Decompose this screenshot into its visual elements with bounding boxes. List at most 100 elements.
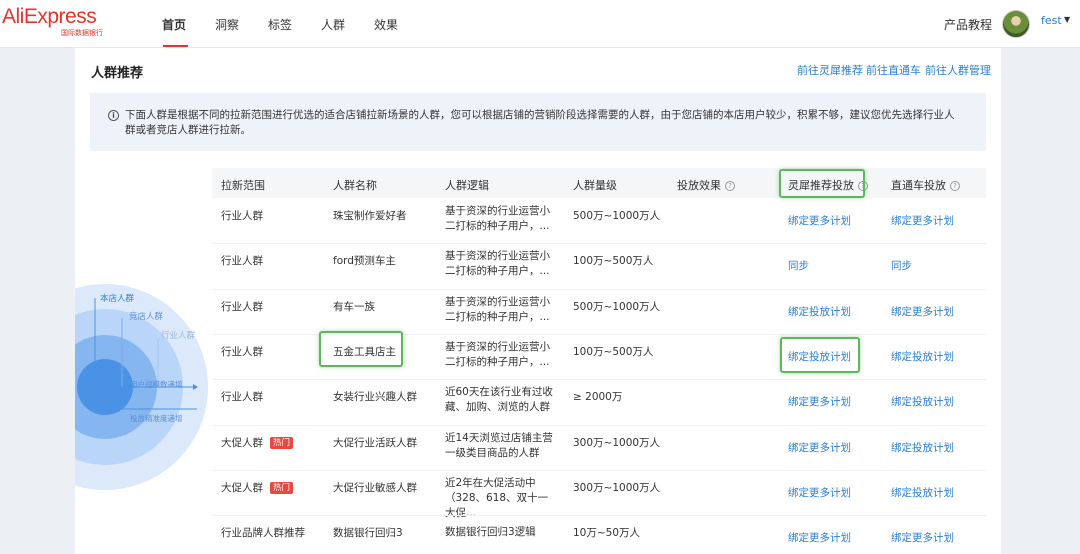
row-divider [212, 379, 986, 381]
row-scope: 行业人群 [221, 344, 263, 359]
link-goto-ztc[interactable]: 前往直通车 [866, 62, 921, 78]
row-scope-label: 行业人群 [221, 391, 263, 404]
column-header-size: 人群量级 [573, 179, 617, 192]
diagram-label-own-store: 本店人群 [100, 294, 135, 304]
row-scope-label: 行业品牌人群推荐 [221, 527, 305, 540]
row-lingxi-action[interactable]: 绑定投放计划 [788, 349, 851, 364]
row-audience-logic: 近60天在该行业有过收藏、加购、浏览的人群 [445, 386, 553, 414]
row-scope: 大促人群 热门 [221, 480, 294, 495]
help-icon[interactable]: ? [858, 181, 868, 191]
help-icon[interactable]: ? [950, 181, 960, 191]
row-ztc-action[interactable]: 绑定更多计划 [891, 304, 954, 319]
row-audience-size: 500万~1000万人 [573, 210, 661, 222]
column-header-lingxi-label: 灵犀推荐投放 [788, 179, 854, 192]
column-header-scope: 拉新范围 [221, 179, 265, 192]
hot-badge: 热门 [270, 481, 294, 494]
row-scope-label: 大促人群 [221, 436, 263, 449]
row-audience-name: 女装行业兴趣人群 [333, 391, 417, 404]
row-scope-label: 行业人群 [221, 345, 263, 358]
column-header-effect: 投放效果? [677, 177, 735, 193]
nav-effect[interactable]: 效果 [374, 16, 398, 33]
row-scope: 行业人群 [221, 208, 263, 223]
row-audience-size: 500万~1000万人 [573, 300, 661, 313]
row-audience-name: 有车一族 [333, 300, 375, 313]
nav-insight[interactable]: 洞察 [215, 16, 239, 33]
row-scope: 行业品牌人群推荐 [221, 525, 305, 540]
link-goto-audience-management[interactable]: 前往人群管理 [925, 62, 991, 78]
row-lingxi-action[interactable]: 绑定更多计划 [788, 530, 851, 545]
active-nav-indicator [163, 45, 188, 47]
aliexpress-logo[interactable]: AliExpress 国际数据银行 [2, 5, 122, 41]
row-lingxi-action[interactable]: 绑定更多计划 [788, 485, 851, 500]
column-header-logic: 人群逻辑 [445, 179, 489, 192]
link-goto-lingxi[interactable]: 前往灵犀推荐 [797, 62, 863, 78]
row-audience-size: ≥ 2000万 [573, 391, 623, 404]
row-scope: 大促人群 热门 [221, 435, 294, 450]
top-navigation-bar: AliExpress 国际数据银行 首页 洞察 标签 人群 效果 产品教程 fe… [0, 0, 1080, 48]
row-scope: 行业人群 [221, 253, 263, 268]
row-audience-logic: 基于资深的行业运营小二打标的种子用户，... [445, 250, 550, 278]
product-tutorial-link[interactable]: 产品教程 [944, 16, 992, 33]
row-divider [212, 333, 986, 335]
row-scope: 行业人群 [221, 299, 263, 314]
row-divider [212, 469, 986, 471]
row-divider [212, 288, 986, 290]
row-lingxi-action[interactable]: 绑定更多计划 [788, 213, 851, 228]
row-audience-logic: 数据银行回归3逻辑 [445, 526, 536, 539]
diagram-label-competitor: 竞店人群 [129, 312, 164, 322]
caret-down-icon[interactable]: ▼ [1064, 15, 1070, 24]
info-icon: i [108, 110, 119, 121]
user-avatar[interactable] [1002, 10, 1030, 38]
row-audience-name: 大促行业敏感人群 [333, 481, 417, 494]
row-audience-name: 数据银行回归3 [333, 527, 403, 540]
column-header-effect-label: 投放效果 [677, 179, 721, 192]
row-ztc-action[interactable]: 绑定更多计划 [891, 213, 954, 228]
row-scope: 行业人群 [221, 389, 263, 404]
diagram-arrow-scale: 用户规模数递增 [130, 380, 183, 389]
nav-audience[interactable]: 人群 [321, 16, 345, 33]
logo-subtitle: 国际数据银行 [61, 29, 103, 37]
row-audience-name: 珠宝制作爱好者 [333, 210, 407, 222]
row-audience-logic: 基于资深的行业运营小二打标的种子用户，... [445, 205, 550, 232]
row-divider [212, 515, 986, 517]
audience-scope-diagram: 本店人群 竞店人群 行业人群 用户规模数递增 投放精准度递增 [75, 280, 225, 490]
row-audience-logic: 近2年在大促活动中（328、618、双十一大促... [445, 476, 549, 519]
row-divider [212, 424, 986, 426]
section-title: 人群推荐 [91, 66, 144, 81]
row-ztc-action[interactable]: 绑定投放计划 [891, 440, 954, 455]
row-audience-name: ford预测车主 [333, 255, 396, 268]
column-header-ztc-label: 直通车投放 [891, 179, 946, 192]
notice-text: 下面人群是根据不同的拉新范围进行优选的适合店铺拉新场景的人群，您可以根据店铺的营… [125, 109, 955, 136]
row-ztc-action[interactable]: 同步 [891, 258, 912, 273]
row-divider [212, 243, 986, 245]
logo-text: AliExpress [2, 5, 97, 28]
row-audience-size: 300万~1000万人 [573, 436, 661, 449]
row-lingxi-action[interactable]: 同步 [788, 258, 809, 273]
row-scope-label: 行业人群 [221, 210, 263, 222]
row-audience-name: 五金工具店主 [333, 345, 396, 358]
row-lingxi-action[interactable]: 绑定更多计划 [788, 440, 851, 455]
row-ztc-action[interactable]: 绑定投放计划 [891, 394, 954, 409]
column-header-ztc: 直通车投放? [891, 177, 960, 193]
column-header-lingxi: 灵犀推荐投放? [788, 177, 868, 193]
row-scope-label: 行业人群 [221, 255, 263, 268]
row-lingxi-action[interactable]: 绑定投放计划 [788, 304, 851, 319]
row-audience-logic: 近14天浏览过店铺主营一级类目商品的人群 [445, 431, 553, 459]
row-audience-logic: 基于资深的行业运营小二打标的种子用户，... [445, 340, 550, 368]
nav-home[interactable]: 首页 [162, 16, 186, 33]
row-audience-logic: 基于资深的行业运营小二打标的种子用户，... [445, 295, 550, 323]
row-audience-size: 10万~50万人 [573, 527, 641, 540]
row-ztc-action[interactable]: 绑定更多计划 [891, 530, 954, 545]
hot-badge: 热门 [270, 436, 294, 449]
diagram-label-industry: 行业人群 [161, 331, 196, 341]
row-audience-name: 大促行业活跃人群 [333, 436, 417, 449]
nav-tags[interactable]: 标签 [268, 16, 292, 33]
row-ztc-action[interactable]: 绑定投放计划 [891, 349, 954, 364]
row-audience-size: 300万~1000万人 [573, 481, 661, 494]
username[interactable]: fest [1041, 14, 1062, 27]
row-lingxi-action[interactable]: 绑定更多计划 [788, 394, 851, 409]
row-scope-label: 大促人群 [221, 481, 263, 494]
diagram-arrow-precision: 投放精准度递增 [130, 414, 183, 423]
row-ztc-action[interactable]: 绑定投放计划 [891, 485, 954, 500]
help-icon[interactable]: ? [725, 181, 735, 191]
